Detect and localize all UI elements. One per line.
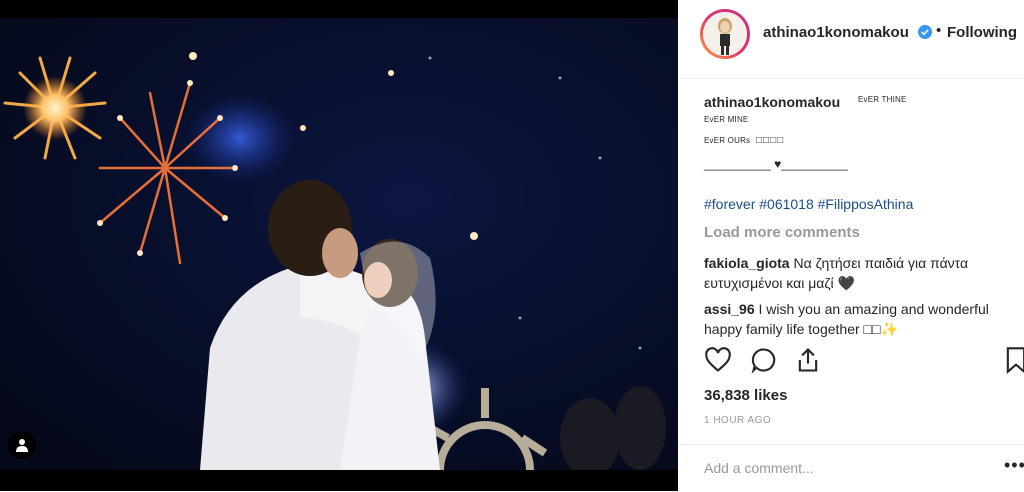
bookmark-icon[interactable] — [1004, 346, 1024, 374]
caption-line-3: EvER OURs — [704, 136, 751, 145]
caption-hashtags[interactable]: #forever #061018 #FilipposAthina — [704, 196, 913, 212]
action-bar — [678, 342, 1024, 382]
photo-bottom-bar — [0, 470, 678, 491]
header-username[interactable]: athinao1konomakou — [763, 24, 909, 41]
following-button[interactable]: Following — [947, 24, 1017, 41]
caption-line-1: EvER THINE — [858, 95, 907, 104]
more-options-icon[interactable]: ••• — [1004, 455, 1024, 476]
comment: fakiola_giota Να ζητήσει παιδιά για πάντ… — [704, 253, 1024, 293]
comment-icon[interactable] — [750, 346, 778, 374]
comment-username[interactable]: fakiola_giota — [704, 255, 790, 271]
caption-line-3-glyphs: □□□□ — [756, 135, 785, 146]
comment: assi_96 I wish you an amazing and wonder… — [704, 299, 1024, 339]
post-photo-pane — [0, 0, 678, 491]
load-more-comments-button[interactable]: Load more comments — [704, 224, 860, 241]
like-count[interactable]: 36,838 likes — [704, 387, 787, 404]
post-timestamp[interactable]: 1 HOUR AGO — [704, 415, 771, 426]
caption-line-2: EvER MINE — [704, 115, 749, 124]
post-header: athinao1konomakou • Following — [678, 0, 1024, 79]
user-tag-button[interactable] — [8, 431, 36, 459]
photo-top-bar — [0, 0, 678, 18]
share-icon[interactable] — [794, 346, 822, 374]
caption-username[interactable]: athinao1konomakou — [704, 94, 840, 110]
add-comment-input[interactable]: Add a comment... — [704, 460, 814, 476]
comment-username[interactable]: assi_96 — [704, 301, 755, 317]
verified-badge-icon — [918, 25, 932, 39]
header-separator: • — [936, 22, 942, 39]
post-details-panel: athinao1konomakou • Following athinao1ko… — [678, 0, 1024, 491]
caption-line-4: __________ ♥__________ — [704, 157, 848, 171]
avatar[interactable] — [700, 9, 750, 59]
user-tag-icon — [16, 439, 28, 452]
post-photo[interactable] — [0, 18, 678, 470]
add-comment-row: Add a comment... ••• — [678, 444, 1024, 492]
heart-icon[interactable] — [704, 346, 732, 374]
